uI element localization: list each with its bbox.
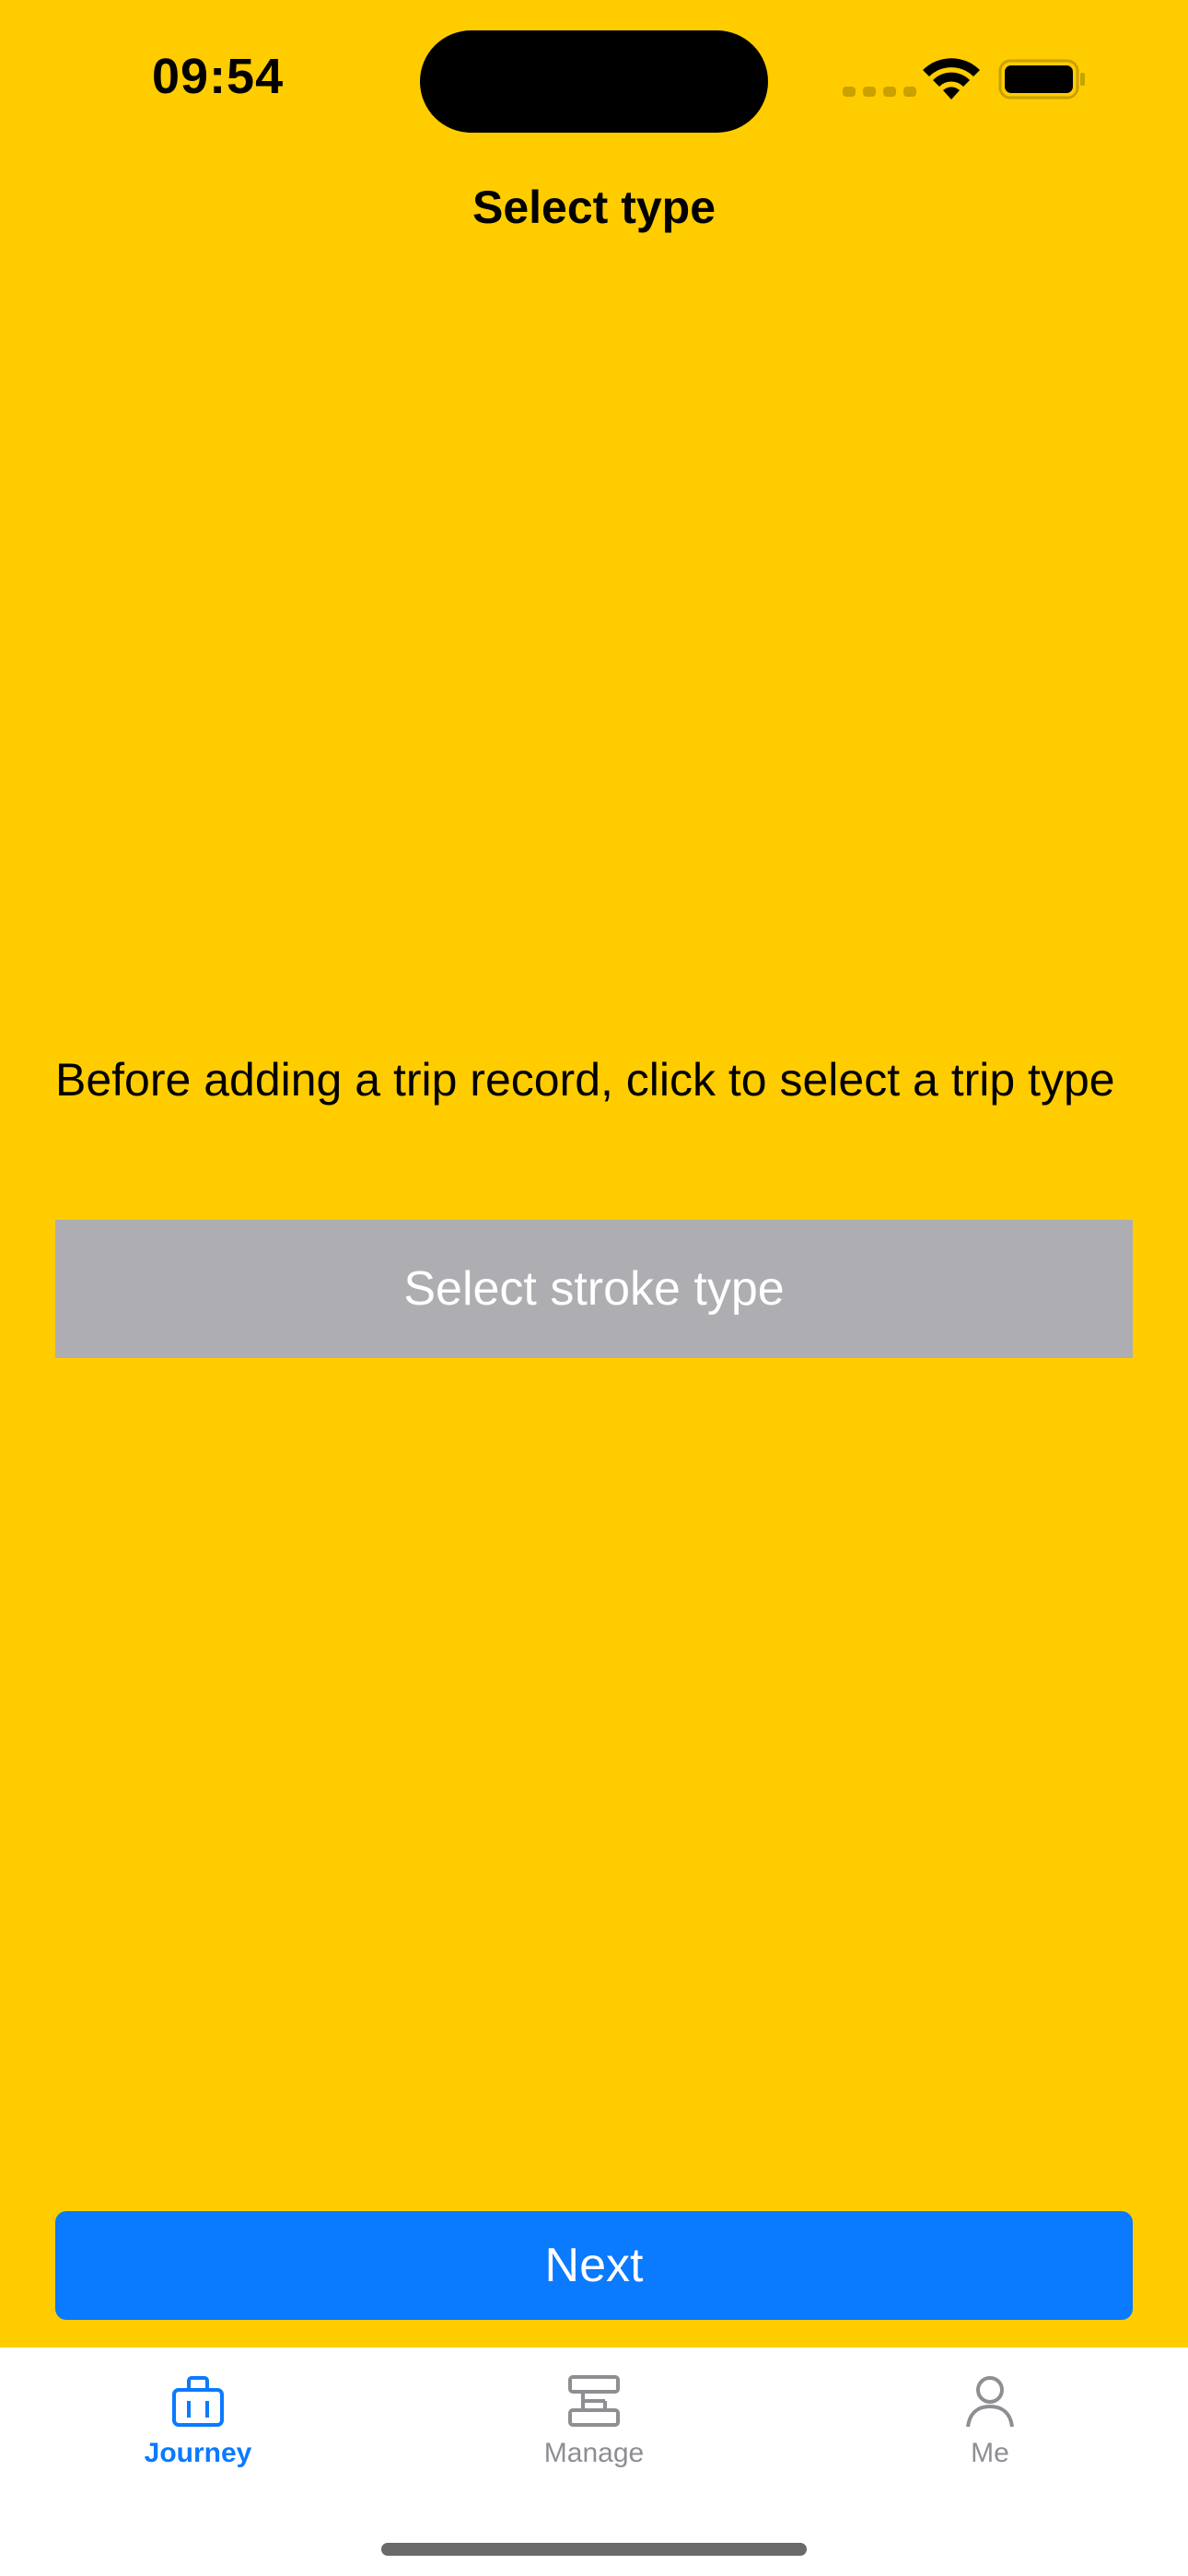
battery-icon	[998, 59, 1085, 100]
tab-manage-label: Manage	[543, 2438, 645, 2468]
cellular-signal-icon	[843, 87, 916, 97]
home-indicator[interactable]	[381, 2543, 807, 2556]
dynamic-island	[420, 30, 768, 133]
wifi-icon	[923, 58, 980, 100]
tab-me-label: Me	[971, 2438, 1009, 2468]
tab-me[interactable]: Me	[792, 2348, 1188, 2495]
select-stroke-type-button[interactable]: Select stroke type	[55, 1220, 1133, 1358]
person-icon	[966, 2376, 1014, 2428]
next-button[interactable]: Next	[55, 2211, 1133, 2320]
manage-icon	[568, 2375, 620, 2427]
tab-manage[interactable]: Manage	[396, 2348, 792, 2495]
suitcase-icon	[172, 2376, 224, 2427]
status-bar: 09:54	[0, 0, 1188, 166]
page-title: Select type	[472, 181, 716, 233]
status-time: 09:54	[152, 49, 285, 104]
tab-bar: Journey Manage Me	[0, 2348, 1188, 2576]
tab-journey-label: Journey	[144, 2438, 252, 2468]
instruction-text: Before adding a trip record, click to se…	[55, 1054, 1115, 1106]
tab-journey[interactable]: Journey	[0, 2348, 396, 2495]
